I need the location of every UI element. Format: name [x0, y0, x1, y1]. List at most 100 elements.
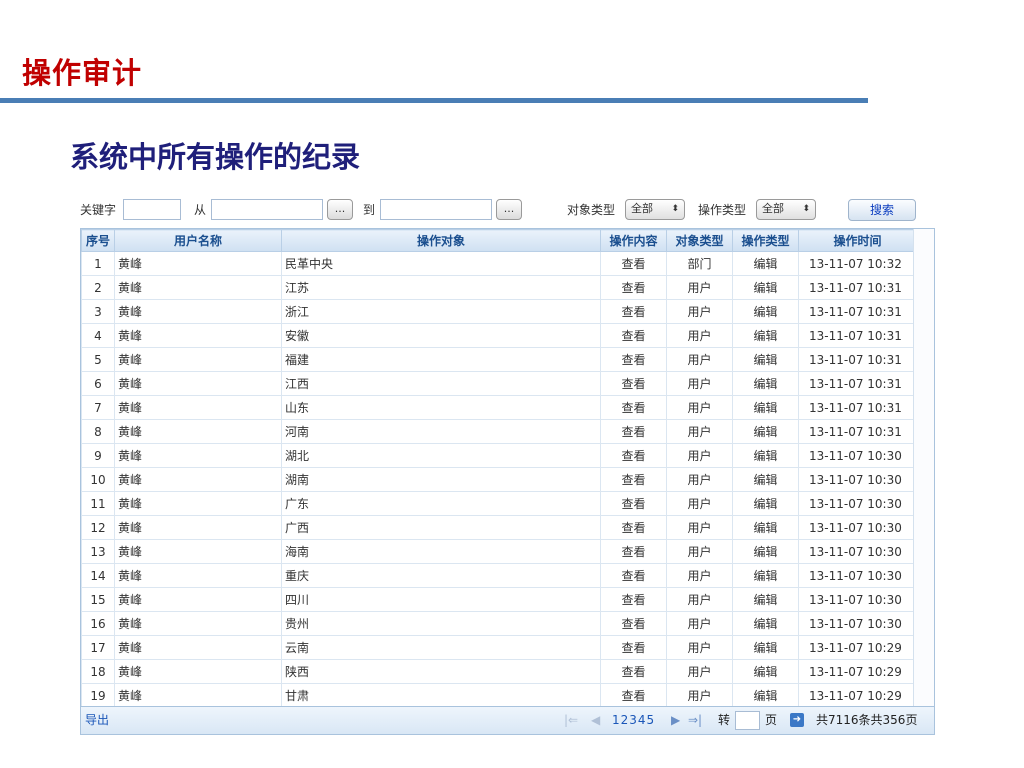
row-time: 13-11-07 10:30	[798, 563, 917, 588]
row-content-link[interactable]: 查看	[600, 347, 667, 372]
row-op-type: 编辑	[732, 659, 799, 684]
row-content-link[interactable]: 查看	[600, 299, 667, 324]
row-object-type: 用户	[666, 347, 733, 372]
col-header-user[interactable]: 用户名称	[114, 229, 282, 252]
table-row[interactable]: 14 黄峰 重庆 查看 用户 编辑 13-11-07 10:30	[81, 563, 917, 588]
row-object: 浙江	[281, 299, 601, 324]
row-object-type: 用户	[666, 299, 733, 324]
row-object: 福建	[281, 347, 601, 372]
goto-page-input[interactable]	[735, 711, 760, 730]
row-content-link[interactable]: 查看	[600, 563, 667, 588]
row-object: 安徽	[281, 323, 601, 348]
row-op-type: 编辑	[732, 371, 799, 396]
op-type-select[interactable]: 全部 ⬍	[756, 199, 816, 220]
row-object-type: 用户	[666, 467, 733, 492]
table-row[interactable]: 13 黄峰 海南 查看 用户 编辑 13-11-07 10:30	[81, 539, 917, 564]
row-content-link[interactable]: 查看	[600, 683, 667, 708]
row-index: 1	[81, 251, 115, 276]
row-user: 黄峰	[114, 419, 282, 444]
table-row[interactable]: 6 黄峰 江西 查看 用户 编辑 13-11-07 10:31	[81, 371, 917, 396]
row-index: 15	[81, 587, 115, 612]
row-index: 13	[81, 539, 115, 564]
table-row[interactable]: 11 黄峰 广东 查看 用户 编辑 13-11-07 10:30	[81, 491, 917, 516]
from-date-picker-button[interactable]: ...	[327, 199, 353, 220]
col-header-time[interactable]: 操作时间	[798, 229, 917, 252]
table-row[interactable]: 3 黄峰 浙江 查看 用户 编辑 13-11-07 10:31	[81, 299, 917, 324]
export-link[interactable]: 导出	[85, 707, 109, 733]
row-content-link[interactable]: 查看	[600, 275, 667, 300]
table-header-row: 序号 用户名称 操作对象 操作内容 对象类型 操作类型 操作时间	[81, 229, 917, 252]
row-object-type: 用户	[666, 275, 733, 300]
table-row[interactable]: 19 黄峰 甘肃 查看 用户 编辑 13-11-07 10:29	[81, 683, 917, 708]
row-time: 13-11-07 10:31	[798, 395, 917, 420]
table-row[interactable]: 15 黄峰 四川 查看 用户 编辑 13-11-07 10:30	[81, 587, 917, 612]
table-row[interactable]: 2 黄峰 江苏 查看 用户 编辑 13-11-07 10:31	[81, 275, 917, 300]
row-content-link[interactable]: 查看	[600, 323, 667, 348]
last-page-icon[interactable]: ⇒|	[688, 707, 702, 733]
table-row[interactable]: 4 黄峰 安徽 查看 用户 编辑 13-11-07 10:31	[81, 323, 917, 348]
table-row[interactable]: 12 黄峰 广西 查看 用户 编辑 13-11-07 10:30	[81, 515, 917, 540]
row-content-link[interactable]: 查看	[600, 539, 667, 564]
row-object-type: 用户	[666, 635, 733, 660]
row-op-type: 编辑	[732, 419, 799, 444]
vertical-scrollbar[interactable]	[913, 229, 934, 706]
op-type-selected: 全部	[762, 202, 784, 215]
table-row[interactable]: 7 黄峰 山东 查看 用户 编辑 13-11-07 10:31	[81, 395, 917, 420]
row-op-type: 编辑	[732, 323, 799, 348]
page-numbers[interactable]: 12345	[612, 707, 655, 733]
from-date-input[interactable]	[211, 199, 323, 220]
table-row[interactable]: 9 黄峰 湖北 查看 用户 编辑 13-11-07 10:30	[81, 443, 917, 468]
table-row[interactable]: 10 黄峰 湖南 查看 用户 编辑 13-11-07 10:30	[81, 467, 917, 492]
row-content-link[interactable]: 查看	[600, 467, 667, 492]
table-row[interactable]: 18 黄峰 陕西 查看 用户 编辑 13-11-07 10:29	[81, 659, 917, 684]
col-header-object[interactable]: 操作对象	[281, 229, 601, 252]
col-header-object-type[interactable]: 对象类型	[666, 229, 733, 252]
row-object: 江苏	[281, 275, 601, 300]
goto-label: 转	[718, 713, 731, 727]
row-content-link[interactable]: 查看	[600, 635, 667, 660]
row-user: 黄峰	[114, 299, 282, 324]
keyword-input[interactable]	[123, 199, 181, 220]
row-content-link[interactable]: 查看	[600, 491, 667, 516]
row-index: 16	[81, 611, 115, 636]
row-content-link[interactable]: 查看	[600, 395, 667, 420]
table-row[interactable]: 5 黄峰 福建 查看 用户 编辑 13-11-07 10:31	[81, 347, 917, 372]
object-type-select[interactable]: 全部 ⬍	[625, 199, 685, 220]
next-page-icon[interactable]: ▶	[671, 707, 680, 733]
row-object: 海南	[281, 539, 601, 564]
slide-title: 操作审计	[22, 56, 143, 90]
col-header-content[interactable]: 操作内容	[600, 229, 667, 252]
row-content-link[interactable]: 查看	[600, 611, 667, 636]
row-object-type: 用户	[666, 539, 733, 564]
row-content-link[interactable]: 查看	[600, 371, 667, 396]
go-arrow-icon[interactable]: ➜	[790, 713, 804, 727]
row-object-type: 用户	[666, 683, 733, 708]
row-user: 黄峰	[114, 611, 282, 636]
col-header-op-type[interactable]: 操作类型	[732, 229, 799, 252]
prev-page-icon[interactable]: ◀	[591, 707, 600, 733]
table-row[interactable]: 1 黄峰 民革中央 查看 部门 编辑 13-11-07 10:32	[81, 251, 917, 276]
row-content-link[interactable]: 查看	[600, 251, 667, 276]
row-object: 四川	[281, 587, 601, 612]
row-content-link[interactable]: 查看	[600, 659, 667, 684]
row-content-link[interactable]: 查看	[600, 515, 667, 540]
row-content-link[interactable]: 查看	[600, 587, 667, 612]
row-time: 13-11-07 10:31	[798, 323, 917, 348]
row-index: 7	[81, 395, 115, 420]
row-content-link[interactable]: 查看	[600, 419, 667, 444]
row-object-type: 用户	[666, 419, 733, 444]
row-content-link[interactable]: 查看	[600, 443, 667, 468]
to-date-picker-button[interactable]: ...	[496, 199, 522, 220]
row-user: 黄峰	[114, 515, 282, 540]
row-time: 13-11-07 10:31	[798, 347, 917, 372]
to-date-input[interactable]	[380, 199, 492, 220]
table-row[interactable]: 17 黄峰 云南 查看 用户 编辑 13-11-07 10:29	[81, 635, 917, 660]
col-header-index[interactable]: 序号	[81, 229, 115, 252]
row-user: 黄峰	[114, 539, 282, 564]
search-button[interactable]: 搜索	[848, 199, 916, 221]
row-object-type: 用户	[666, 563, 733, 588]
first-page-icon[interactable]: |⇐	[564, 707, 578, 733]
row-object-type: 用户	[666, 323, 733, 348]
table-row[interactable]: 8 黄峰 河南 查看 用户 编辑 13-11-07 10:31	[81, 419, 917, 444]
table-row[interactable]: 16 黄峰 贵州 查看 用户 编辑 13-11-07 10:30	[81, 611, 917, 636]
